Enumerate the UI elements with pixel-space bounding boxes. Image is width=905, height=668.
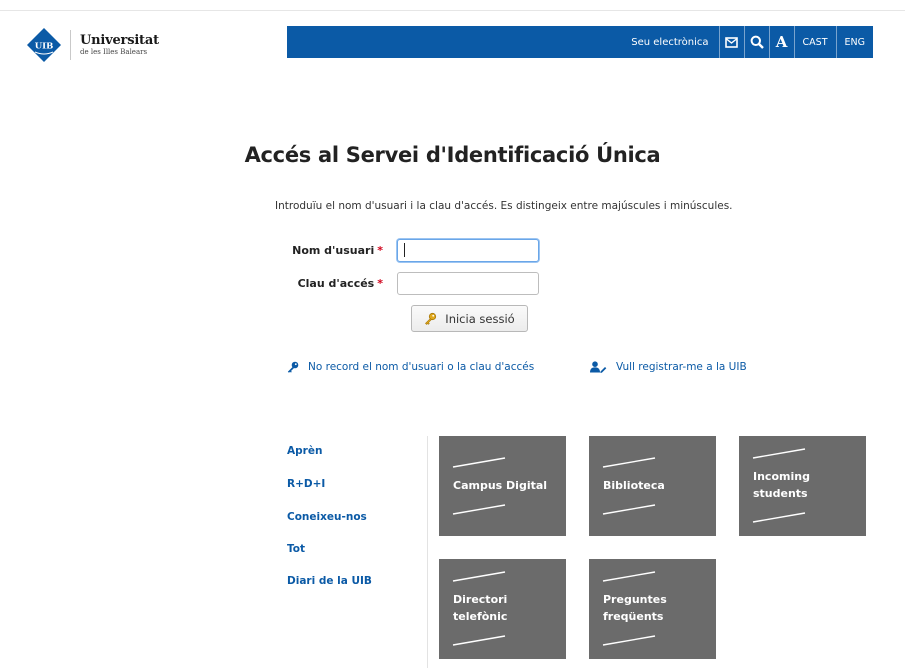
font-size-button[interactable]: A	[768, 26, 794, 58]
register-text: Vull registrar-me a la UIB	[616, 361, 747, 373]
tile-preguntes-frequents[interactable]: Preguntes freqüents	[589, 559, 716, 659]
login-button[interactable]: Inicia sessió	[411, 305, 528, 332]
required-mark: *	[377, 277, 383, 290]
password-label: Clau d'accés *	[297, 277, 383, 290]
key-icon	[287, 361, 299, 373]
user-edit-icon	[590, 361, 607, 373]
search-icon[interactable]	[743, 26, 769, 58]
tile-label-line2: freqüents	[603, 610, 664, 623]
side-menu-coneixeu-nos[interactable]: Coneixeu-nos	[287, 511, 367, 523]
logo-name: Universitat	[80, 33, 159, 48]
tile-label-line1: Incoming	[753, 470, 810, 483]
logo-subtitle: de les Illes Balears	[80, 48, 148, 56]
side-menu-diari[interactable]: Diari de la UIB	[287, 575, 372, 587]
university-logo[interactable]: UIB Universitat de les Illes Balears	[26, 27, 159, 63]
tile-incoming-students[interactable]: Incoming students	[739, 436, 866, 536]
register-link[interactable]: Vull registrar-me a la UIB	[590, 361, 747, 373]
envelope-icon[interactable]	[718, 26, 744, 58]
logo-separator	[70, 30, 71, 60]
tile-campus-digital[interactable]: Campus Digital	[439, 436, 566, 536]
top-divider	[0, 10, 905, 11]
lang-eng-link[interactable]: ENG	[835, 26, 873, 58]
seu-electronica-link[interactable]: Seu electrònica	[621, 26, 718, 58]
tile-label-line1: Directori	[453, 593, 508, 606]
required-mark: *	[377, 244, 383, 257]
login-button-label: Inicia sessió	[445, 311, 515, 326]
username-input[interactable]	[397, 239, 539, 262]
tile-biblioteca[interactable]: Biblioteca	[589, 436, 716, 536]
tile-label-line2: telefònic	[453, 610, 508, 623]
uib-badge: UIB	[26, 27, 62, 63]
side-menu-apren[interactable]: Aprèn	[287, 445, 322, 457]
password-row: Clau d'accés *	[275, 272, 539, 295]
key-icon	[424, 312, 437, 325]
tile-label: Biblioteca	[603, 479, 665, 492]
text-caret	[404, 243, 405, 257]
intro-text: Introduïu el nom d'usuari i la clau d'ac…	[275, 200, 733, 212]
forgot-credentials-text: No record el nom d'usuari o la clau d'ac…	[308, 361, 535, 373]
tile-label: Campus Digital	[453, 479, 548, 492]
page-title: Accés al Servei d'Identificació Única	[244, 143, 661, 167]
tile-label-line2: students	[753, 487, 808, 500]
svg-text:UIB: UIB	[35, 42, 54, 52]
top-navbar: Seu electrònica A CAST ENG	[287, 26, 873, 58]
tile-label-line1: Preguntes	[603, 593, 667, 606]
forgot-credentials-link[interactable]: No record el nom d'usuari o la clau d'ac…	[287, 361, 534, 373]
side-menu-tot[interactable]: Tot	[287, 543, 305, 555]
lang-cast-link[interactable]: CAST	[793, 26, 836, 58]
password-input[interactable]	[397, 272, 539, 295]
username-row: Nom d'usuari *	[275, 239, 539, 262]
side-menu-rdi[interactable]: R+D+I	[287, 478, 325, 490]
menu-divider	[427, 436, 428, 668]
username-label: Nom d'usuari *	[292, 244, 383, 257]
tile-directori-telefonic[interactable]: Directori telefònic	[439, 559, 566, 659]
